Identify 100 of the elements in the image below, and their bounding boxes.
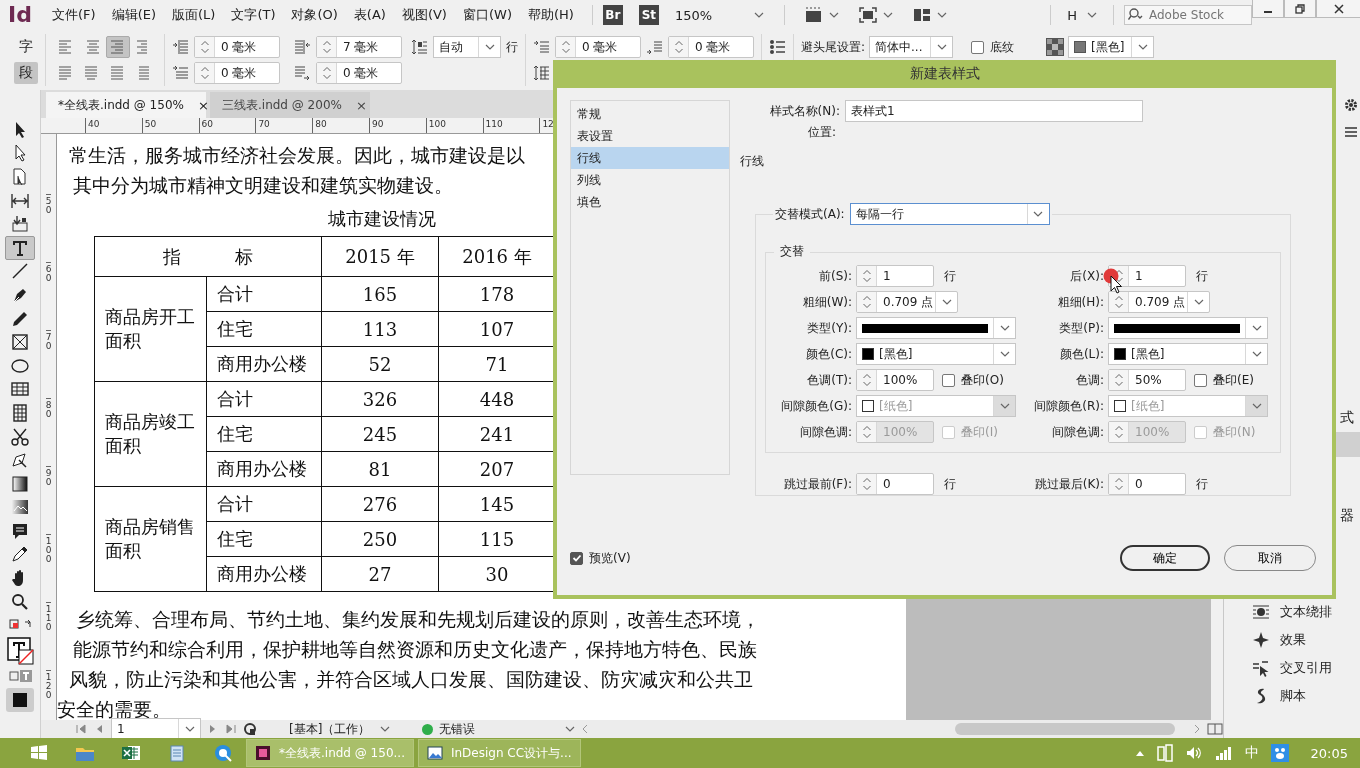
bulleted-list-icon[interactable] xyxy=(769,39,786,55)
number-field[interactable]: 0 毫米 xyxy=(194,36,280,58)
page-dropdown[interactable]: 1 xyxy=(111,718,201,740)
number-field[interactable]: 0 毫米 xyxy=(316,62,402,84)
number-field[interactable]: 0 xyxy=(856,473,934,495)
close-button[interactable]: × xyxy=(197,97,209,113)
dropdown[interactable]: 自动 xyxy=(433,36,501,58)
weight-field[interactable]: 0.709 点 xyxy=(1108,291,1210,313)
preflight-status[interactable]: 无错误 xyxy=(422,720,576,738)
number-field[interactable]: 7 毫米 xyxy=(316,36,402,58)
number-field[interactable]: 0 毫米 xyxy=(668,36,754,58)
caret-icon xyxy=(937,12,948,18)
checkbox[interactable] xyxy=(942,373,955,387)
eyedropper-icon[interactable] xyxy=(10,544,30,565)
restore-button[interactable] xyxy=(1284,0,1316,18)
field-label: 样式名称(N): xyxy=(768,102,840,120)
stock-button[interactable]: St xyxy=(638,5,659,25)
mode-button[interactable]: 段 xyxy=(14,62,38,84)
menu-icon[interactable] xyxy=(1344,126,1358,138)
search-field[interactable]: Adobe Stock xyxy=(1124,5,1252,25)
network-icon[interactable] xyxy=(1214,745,1233,761)
notepad-icon[interactable] xyxy=(169,744,185,762)
number-field[interactable]: 100% xyxy=(856,369,934,391)
dropdown[interactable]: [黑色] xyxy=(1068,36,1155,58)
bridge-button[interactable]: Br xyxy=(602,5,623,25)
caret-icon xyxy=(999,351,1010,357)
menu-item[interactable]: 文件(F) xyxy=(44,6,104,24)
minimize-button[interactable] xyxy=(1252,0,1284,18)
category-item[interactable]: 填色 xyxy=(571,191,729,213)
settings-icon[interactable] xyxy=(1344,98,1358,112)
number-field[interactable]: 1 xyxy=(856,265,934,287)
spreadsheet-icon[interactable] xyxy=(121,744,141,762)
volume-icon[interactable] xyxy=(1184,745,1203,761)
close-button[interactable] xyxy=(1316,0,1360,18)
workspace-dropdown[interactable]: H xyxy=(1067,7,1097,23)
number-field[interactable]: 0 毫米 xyxy=(555,36,641,58)
dialog-button[interactable]: 确定 xyxy=(1120,545,1210,571)
mode-button[interactable]: 字 xyxy=(14,36,38,58)
input-field[interactable]: 表样式1 xyxy=(845,100,1143,122)
menu-item[interactable]: 窗口(W) xyxy=(454,6,520,24)
number-field[interactable]: 50% xyxy=(1108,369,1186,391)
menu-item[interactable]: 表(A) xyxy=(345,6,394,24)
content-collector-icon[interactable] xyxy=(10,214,30,235)
dropdown[interactable]: 简体中... xyxy=(869,36,954,58)
start-icon[interactable] xyxy=(30,744,48,762)
scissors-icon[interactable] xyxy=(10,426,30,447)
stroke-type-dropdown[interactable] xyxy=(1108,317,1268,339)
panel-item[interactable]: 器 xyxy=(1340,503,1360,528)
checkbox[interactable] xyxy=(971,40,985,54)
master-dropdown[interactable]: [基本]（工作） xyxy=(289,720,391,738)
table-cell: 276 xyxy=(321,486,439,522)
menu-item[interactable]: 文字(T) xyxy=(223,6,284,24)
panel-item[interactable]: 式 xyxy=(1340,405,1360,430)
category-item[interactable]: 列线 xyxy=(571,169,729,191)
screen-mode-button[interactable] xyxy=(859,7,894,23)
text-lines-icon xyxy=(110,65,126,81)
menu-item[interactable]: 帮助(H) xyxy=(519,6,582,24)
stroke-type-dropdown[interactable] xyxy=(856,317,1016,339)
menu-item[interactable]: 版面(L) xyxy=(164,6,224,24)
category-item[interactable]: 行线 xyxy=(571,147,729,169)
frame-edges-button[interactable] xyxy=(805,7,840,23)
first-page-button[interactable] xyxy=(75,723,87,735)
document-tab[interactable]: 三线表.indd @ 200% × xyxy=(210,92,370,118)
split-view-icon[interactable] xyxy=(1207,723,1223,735)
pattern-dropdown[interactable]: 每隔一行 xyxy=(849,203,1050,225)
checkbox[interactable] xyxy=(570,551,583,565)
grid-tool-icon[interactable] xyxy=(10,402,30,423)
last-page-button[interactable] xyxy=(225,723,237,735)
menu-item[interactable]: 视图(V) xyxy=(393,6,455,24)
gradient-swatch-icon[interactable] xyxy=(10,473,30,494)
ruler-label: 50 xyxy=(45,194,52,262)
number-field[interactable]: 1 xyxy=(1108,265,1186,287)
weight-field[interactable]: 0.709 点 xyxy=(856,291,958,313)
stroke-swatch-icon[interactable] xyxy=(5,687,35,714)
arrange-documents-button[interactable] xyxy=(913,7,948,23)
paw-icon[interactable] xyxy=(1270,744,1289,762)
menu-item[interactable]: 对象(O) xyxy=(283,6,346,24)
caret-icon xyxy=(380,726,391,732)
show-hidden-icons[interactable] xyxy=(1134,749,1145,757)
search-icon[interactable] xyxy=(10,591,30,612)
dialog-button[interactable]: 取消 xyxy=(1224,545,1316,571)
panel-item[interactable]: 脚本 xyxy=(1224,682,1360,710)
document-tab[interactable]: *全线表.indd @ 150% × xyxy=(46,92,206,118)
menu-item[interactable]: 编辑(E) xyxy=(103,6,164,24)
panel-item[interactable]: 文本绕排 xyxy=(1224,598,1360,626)
number-field[interactable]: 0 xyxy=(1108,473,1186,495)
color-dropdown[interactable]: [黑色] xyxy=(1108,343,1268,365)
frame-tool-icon[interactable] xyxy=(10,332,30,353)
fill-stroke-icon[interactable] xyxy=(5,635,35,666)
close-button[interactable]: × xyxy=(355,97,367,113)
color-dropdown[interactable]: [黑色] xyxy=(856,343,1016,365)
number-field[interactable]: 0 毫米 xyxy=(194,62,280,84)
panel-item[interactable]: 效果 xyxy=(1224,626,1360,654)
device-icon[interactable] xyxy=(1156,744,1173,762)
preflight-profile-icon[interactable] xyxy=(243,722,259,736)
zoom-dropdown[interactable]: 150% xyxy=(674,7,765,23)
browser-icon[interactable] xyxy=(213,743,233,763)
panel-item[interactable]: 交叉引用 xyxy=(1224,654,1360,682)
checkbox[interactable] xyxy=(1194,373,1207,387)
table-header: 2015 年 xyxy=(321,236,439,277)
